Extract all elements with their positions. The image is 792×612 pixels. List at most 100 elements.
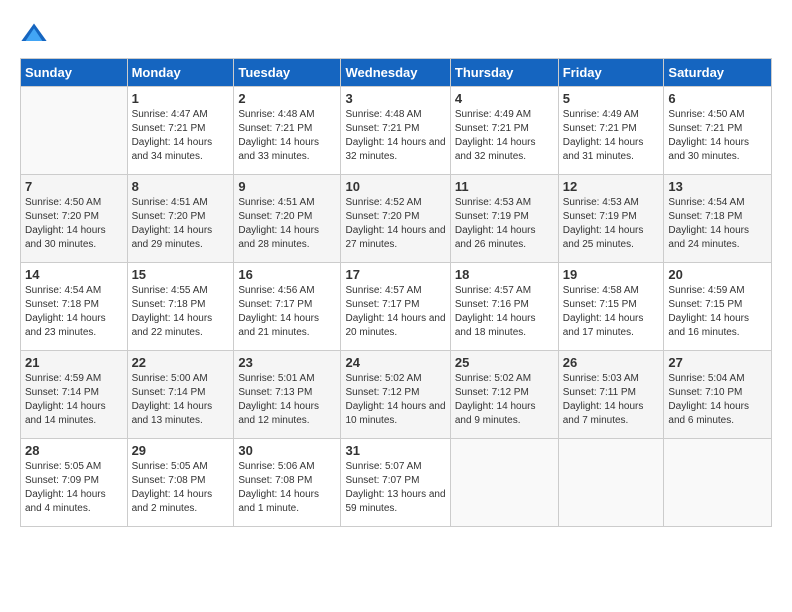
day-cell: 18 Sunrise: 4:57 AMSunset: 7:16 PMDaylig… bbox=[450, 263, 558, 351]
day-number: 30 bbox=[238, 443, 336, 458]
day-cell: 29 Sunrise: 5:05 AMSunset: 7:08 PMDaylig… bbox=[127, 439, 234, 527]
day-info: Sunrise: 5:02 AMSunset: 7:12 PMDaylight:… bbox=[455, 372, 554, 428]
day-info: Sunrise: 4:51 AMSunset: 7:20 PMDaylight:… bbox=[132, 196, 230, 252]
day-info: Sunrise: 5:02 AMSunset: 7:12 PMDaylight:… bbox=[345, 372, 445, 428]
day-cell bbox=[664, 439, 772, 527]
day-cell: 17 Sunrise: 4:57 AMSunset: 7:17 PMDaylig… bbox=[341, 263, 450, 351]
day-number: 22 bbox=[132, 355, 230, 370]
day-number: 12 bbox=[563, 179, 660, 194]
day-cell: 10 Sunrise: 4:52 AMSunset: 7:20 PMDaylig… bbox=[341, 175, 450, 263]
day-cell: 21 Sunrise: 4:59 AMSunset: 7:14 PMDaylig… bbox=[21, 351, 128, 439]
day-number: 7 bbox=[25, 179, 123, 194]
column-header-wednesday: Wednesday bbox=[341, 59, 450, 87]
day-info: Sunrise: 4:54 AMSunset: 7:18 PMDaylight:… bbox=[668, 196, 767, 252]
day-number: 13 bbox=[668, 179, 767, 194]
day-number: 1 bbox=[132, 91, 230, 106]
day-number: 19 bbox=[563, 267, 660, 282]
day-number: 25 bbox=[455, 355, 554, 370]
day-cell: 6 Sunrise: 4:50 AMSunset: 7:21 PMDayligh… bbox=[664, 87, 772, 175]
day-number: 8 bbox=[132, 179, 230, 194]
logo-icon bbox=[20, 20, 48, 48]
day-info: Sunrise: 5:00 AMSunset: 7:14 PMDaylight:… bbox=[132, 372, 230, 428]
day-info: Sunrise: 4:54 AMSunset: 7:18 PMDaylight:… bbox=[25, 284, 123, 340]
day-info: Sunrise: 4:57 AMSunset: 7:16 PMDaylight:… bbox=[455, 284, 554, 340]
day-cell bbox=[450, 439, 558, 527]
day-cell: 15 Sunrise: 4:55 AMSunset: 7:18 PMDaylig… bbox=[127, 263, 234, 351]
day-cell: 16 Sunrise: 4:56 AMSunset: 7:17 PMDaylig… bbox=[234, 263, 341, 351]
day-cell: 3 Sunrise: 4:48 AMSunset: 7:21 PMDayligh… bbox=[341, 87, 450, 175]
day-number: 29 bbox=[132, 443, 230, 458]
day-cell: 22 Sunrise: 5:00 AMSunset: 7:14 PMDaylig… bbox=[127, 351, 234, 439]
day-cell: 31 Sunrise: 5:07 AMSunset: 7:07 PMDaylig… bbox=[341, 439, 450, 527]
day-cell bbox=[21, 87, 128, 175]
column-header-friday: Friday bbox=[558, 59, 664, 87]
day-info: Sunrise: 4:52 AMSunset: 7:20 PMDaylight:… bbox=[345, 196, 445, 252]
day-cell: 14 Sunrise: 4:54 AMSunset: 7:18 PMDaylig… bbox=[21, 263, 128, 351]
week-row-4: 21 Sunrise: 4:59 AMSunset: 7:14 PMDaylig… bbox=[21, 351, 772, 439]
page-header bbox=[20, 20, 772, 48]
day-cell: 11 Sunrise: 4:53 AMSunset: 7:19 PMDaylig… bbox=[450, 175, 558, 263]
day-cell: 19 Sunrise: 4:58 AMSunset: 7:15 PMDaylig… bbox=[558, 263, 664, 351]
day-info: Sunrise: 4:48 AMSunset: 7:21 PMDaylight:… bbox=[238, 108, 336, 164]
day-number: 2 bbox=[238, 91, 336, 106]
week-row-1: 1 Sunrise: 4:47 AMSunset: 7:21 PMDayligh… bbox=[21, 87, 772, 175]
day-info: Sunrise: 4:56 AMSunset: 7:17 PMDaylight:… bbox=[238, 284, 336, 340]
column-header-tuesday: Tuesday bbox=[234, 59, 341, 87]
day-cell: 30 Sunrise: 5:06 AMSunset: 7:08 PMDaylig… bbox=[234, 439, 341, 527]
day-number: 24 bbox=[345, 355, 445, 370]
day-info: Sunrise: 4:49 AMSunset: 7:21 PMDaylight:… bbox=[455, 108, 554, 164]
day-number: 11 bbox=[455, 179, 554, 194]
week-row-3: 14 Sunrise: 4:54 AMSunset: 7:18 PMDaylig… bbox=[21, 263, 772, 351]
day-number: 14 bbox=[25, 267, 123, 282]
day-number: 5 bbox=[563, 91, 660, 106]
day-cell bbox=[558, 439, 664, 527]
column-header-thursday: Thursday bbox=[450, 59, 558, 87]
day-cell: 25 Sunrise: 5:02 AMSunset: 7:12 PMDaylig… bbox=[450, 351, 558, 439]
day-info: Sunrise: 4:51 AMSunset: 7:20 PMDaylight:… bbox=[238, 196, 336, 252]
day-number: 31 bbox=[345, 443, 445, 458]
day-cell: 27 Sunrise: 5:04 AMSunset: 7:10 PMDaylig… bbox=[664, 351, 772, 439]
logo bbox=[20, 20, 52, 48]
day-info: Sunrise: 5:05 AMSunset: 7:09 PMDaylight:… bbox=[25, 460, 123, 516]
day-number: 23 bbox=[238, 355, 336, 370]
day-cell: 12 Sunrise: 4:53 AMSunset: 7:19 PMDaylig… bbox=[558, 175, 664, 263]
day-cell: 2 Sunrise: 4:48 AMSunset: 7:21 PMDayligh… bbox=[234, 87, 341, 175]
day-info: Sunrise: 5:06 AMSunset: 7:08 PMDaylight:… bbox=[238, 460, 336, 516]
day-number: 26 bbox=[563, 355, 660, 370]
column-header-saturday: Saturday bbox=[664, 59, 772, 87]
calendar-table: SundayMondayTuesdayWednesdayThursdayFrid… bbox=[20, 58, 772, 527]
day-number: 18 bbox=[455, 267, 554, 282]
column-header-monday: Monday bbox=[127, 59, 234, 87]
day-info: Sunrise: 4:50 AMSunset: 7:20 PMDaylight:… bbox=[25, 196, 123, 252]
day-number: 20 bbox=[668, 267, 767, 282]
day-info: Sunrise: 4:59 AMSunset: 7:15 PMDaylight:… bbox=[668, 284, 767, 340]
day-info: Sunrise: 4:55 AMSunset: 7:18 PMDaylight:… bbox=[132, 284, 230, 340]
day-cell: 24 Sunrise: 5:02 AMSunset: 7:12 PMDaylig… bbox=[341, 351, 450, 439]
day-info: Sunrise: 4:49 AMSunset: 7:21 PMDaylight:… bbox=[563, 108, 660, 164]
day-info: Sunrise: 4:47 AMSunset: 7:21 PMDaylight:… bbox=[132, 108, 230, 164]
column-header-sunday: Sunday bbox=[21, 59, 128, 87]
day-info: Sunrise: 4:58 AMSunset: 7:15 PMDaylight:… bbox=[563, 284, 660, 340]
day-cell: 20 Sunrise: 4:59 AMSunset: 7:15 PMDaylig… bbox=[664, 263, 772, 351]
day-cell: 9 Sunrise: 4:51 AMSunset: 7:20 PMDayligh… bbox=[234, 175, 341, 263]
day-cell: 8 Sunrise: 4:51 AMSunset: 7:20 PMDayligh… bbox=[127, 175, 234, 263]
week-row-5: 28 Sunrise: 5:05 AMSunset: 7:09 PMDaylig… bbox=[21, 439, 772, 527]
day-info: Sunrise: 4:53 AMSunset: 7:19 PMDaylight:… bbox=[455, 196, 554, 252]
day-info: Sunrise: 4:59 AMSunset: 7:14 PMDaylight:… bbox=[25, 372, 123, 428]
day-info: Sunrise: 5:04 AMSunset: 7:10 PMDaylight:… bbox=[668, 372, 767, 428]
day-cell: 28 Sunrise: 5:05 AMSunset: 7:09 PMDaylig… bbox=[21, 439, 128, 527]
day-info: Sunrise: 4:50 AMSunset: 7:21 PMDaylight:… bbox=[668, 108, 767, 164]
day-number: 9 bbox=[238, 179, 336, 194]
day-number: 27 bbox=[668, 355, 767, 370]
day-cell: 5 Sunrise: 4:49 AMSunset: 7:21 PMDayligh… bbox=[558, 87, 664, 175]
day-number: 17 bbox=[345, 267, 445, 282]
day-info: Sunrise: 4:53 AMSunset: 7:19 PMDaylight:… bbox=[563, 196, 660, 252]
day-number: 15 bbox=[132, 267, 230, 282]
day-number: 3 bbox=[345, 91, 445, 106]
day-cell: 26 Sunrise: 5:03 AMSunset: 7:11 PMDaylig… bbox=[558, 351, 664, 439]
day-cell: 13 Sunrise: 4:54 AMSunset: 7:18 PMDaylig… bbox=[664, 175, 772, 263]
day-info: Sunrise: 5:07 AMSunset: 7:07 PMDaylight:… bbox=[345, 460, 445, 516]
day-number: 21 bbox=[25, 355, 123, 370]
day-number: 16 bbox=[238, 267, 336, 282]
day-info: Sunrise: 5:05 AMSunset: 7:08 PMDaylight:… bbox=[132, 460, 230, 516]
